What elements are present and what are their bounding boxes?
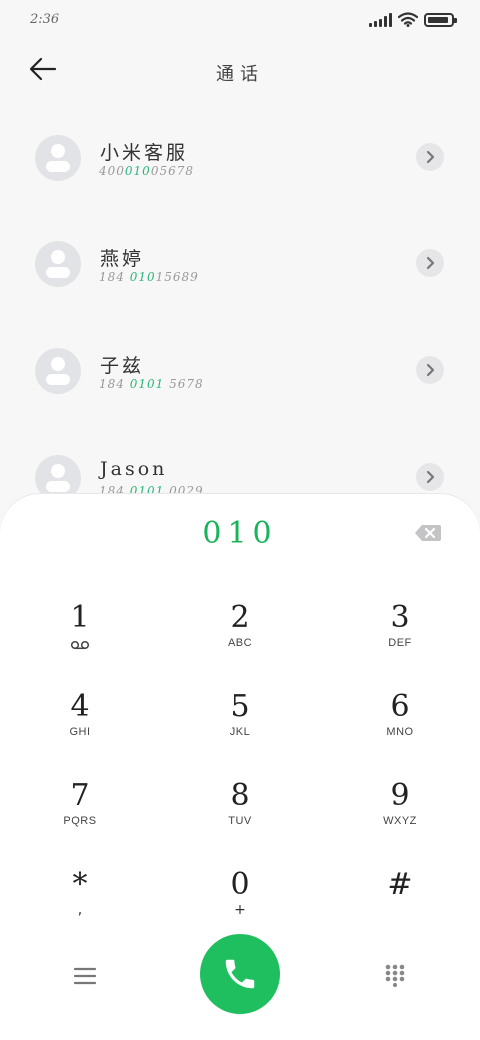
- header: 通话: [0, 40, 480, 100]
- contact-number: 184 01015689: [99, 270, 199, 284]
- dialpad-toggle-button[interactable]: [384, 963, 406, 988]
- key-0[interactable]: 0 +: [180, 867, 300, 937]
- key-7[interactable]: 7 PQRS: [20, 778, 140, 848]
- contact-detail-button[interactable]: [416, 356, 444, 384]
- menu-icon: [73, 967, 97, 985]
- battery-level: [428, 16, 448, 23]
- phone-icon: [225, 959, 255, 989]
- contact-name: Jason: [100, 458, 168, 480]
- menu-button[interactable]: [70, 966, 100, 986]
- contact-row[interactable]: 子兹 184 0101 5678: [0, 313, 480, 419]
- backspace-button[interactable]: [414, 524, 442, 542]
- contact-detail-button[interactable]: [416, 143, 444, 171]
- call-button[interactable]: [200, 934, 280, 1014]
- key-3[interactable]: 3 DEF: [340, 600, 460, 670]
- key-6[interactable]: 6 MNO: [340, 689, 460, 759]
- dialed-number: 010: [202, 516, 278, 551]
- chevron-right-icon: [426, 150, 435, 164]
- key-9[interactable]: 9 WXYZ: [340, 778, 460, 848]
- contact-detail-button[interactable]: [416, 463, 444, 491]
- chevron-right-icon: [426, 256, 435, 270]
- key-2[interactable]: 2 ABC: [180, 600, 300, 670]
- key-4[interactable]: 4 GHI: [20, 689, 140, 759]
- contact-number: 40001005678: [99, 164, 194, 178]
- key-star[interactable]: * ,: [20, 867, 140, 937]
- key-hash[interactable]: #: [340, 867, 460, 937]
- signal-icon: [369, 12, 392, 27]
- chevron-right-icon: [426, 363, 435, 377]
- avatar: [35, 348, 81, 394]
- contact-name: 子兹: [100, 355, 145, 377]
- page-title: 通话: [216, 64, 264, 85]
- key-8[interactable]: 8 TUV: [180, 778, 300, 848]
- status-icons: [369, 12, 457, 27]
- key-5[interactable]: 5 JKL: [180, 689, 300, 759]
- battery-icon: [424, 12, 457, 27]
- contact-row[interactable]: 小米客服 40001005678: [0, 100, 480, 206]
- contact-name: 燕婷: [100, 248, 145, 270]
- avatar: [35, 241, 81, 287]
- contact-detail-button[interactable]: [416, 249, 444, 277]
- key-1[interactable]: 1: [20, 600, 140, 670]
- contact-number: 184 0101 5678: [99, 377, 204, 391]
- status-time: 2:36: [30, 12, 60, 27]
- contact-name: 小米客服: [100, 142, 189, 164]
- voicemail-icon: [70, 640, 90, 650]
- dialpad-icon: [385, 964, 405, 988]
- wifi-icon: [398, 12, 418, 27]
- contact-row[interactable]: 燕婷 184 01015689: [0, 206, 480, 312]
- chevron-right-icon: [426, 470, 435, 484]
- backspace-icon: [415, 525, 441, 541]
- avatar: [35, 135, 81, 181]
- status-bar: 2:36: [0, 0, 480, 40]
